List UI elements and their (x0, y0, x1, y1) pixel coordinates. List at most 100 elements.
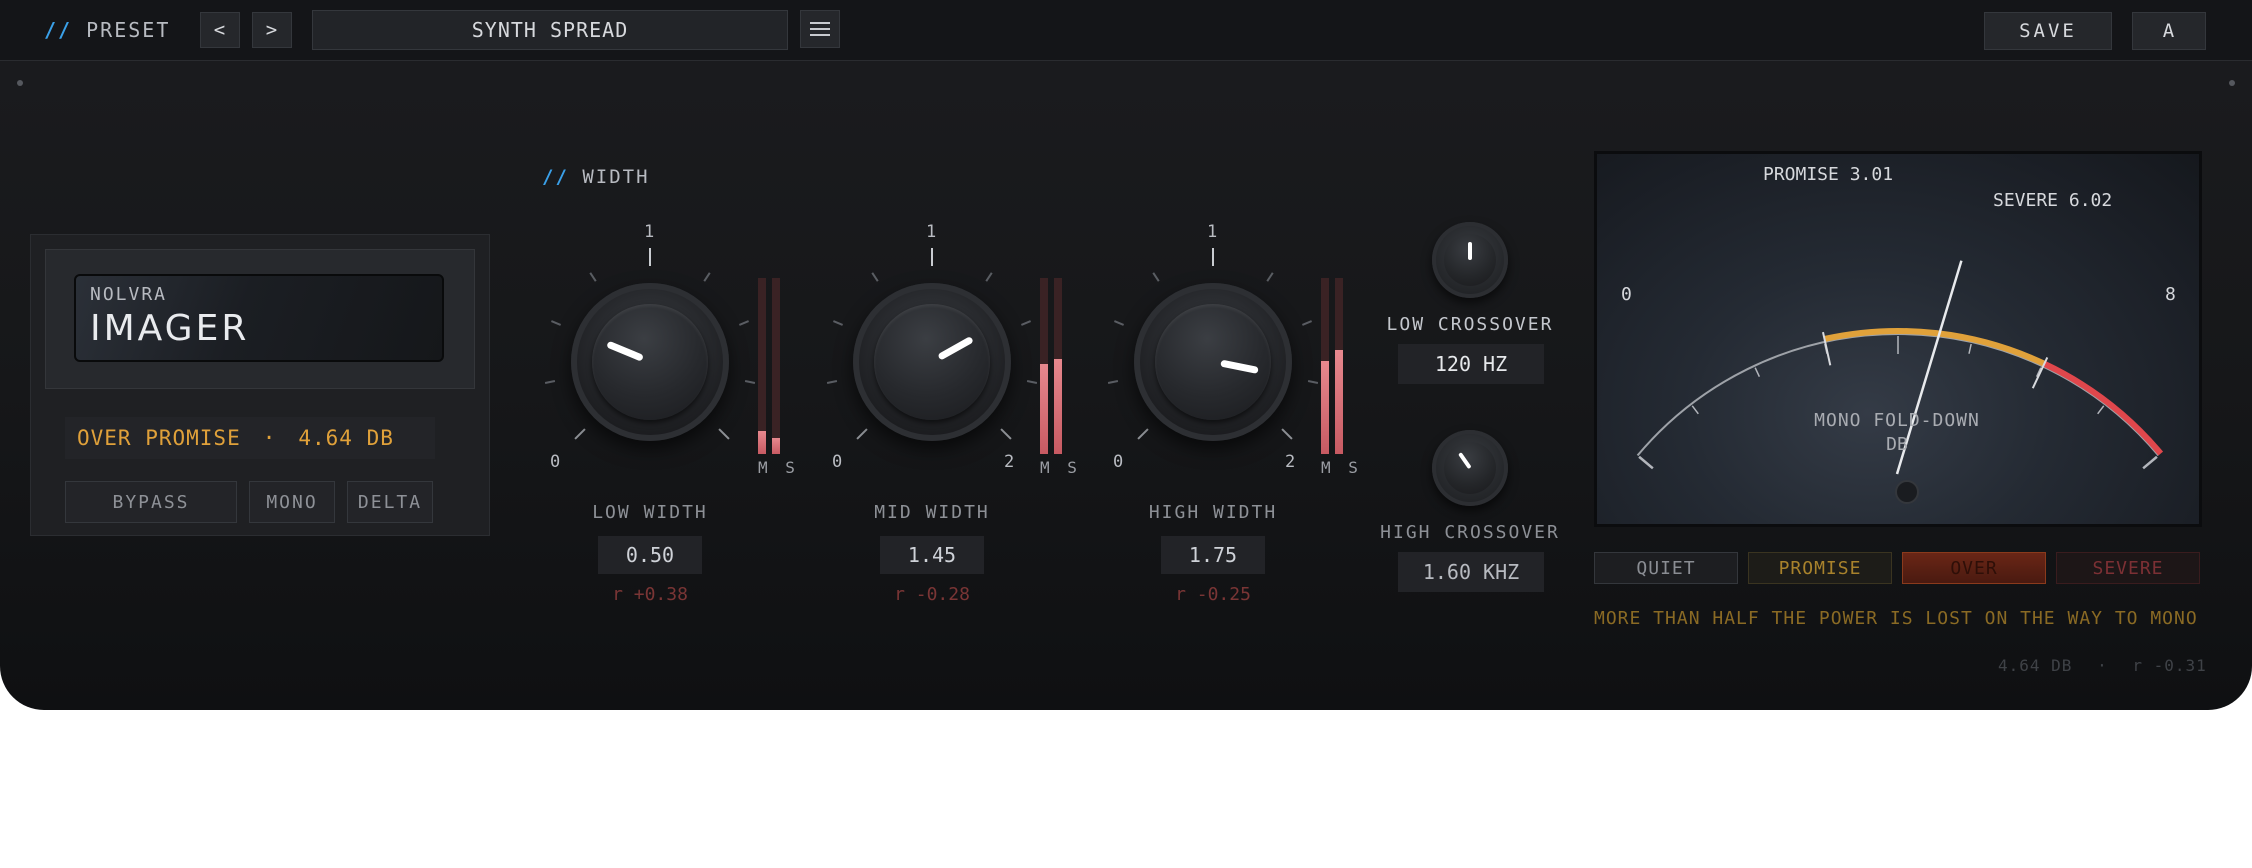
mid-meter-fill (758, 431, 766, 454)
width-knob[interactable] (853, 283, 1011, 441)
footer-readout: 4.64 DB · r -0.31 (1998, 656, 2207, 675)
meter-min-label: 0 (1621, 284, 1632, 305)
meter-tick (1754, 367, 1761, 378)
scale-label-max: 2 (1285, 452, 1296, 472)
ms-meter (1040, 278, 1062, 454)
knob-cap (1155, 304, 1271, 420)
next-preset-button[interactable]: > (252, 12, 292, 48)
width-knob[interactable] (1134, 283, 1292, 441)
preset-name-field[interactable]: SYNTH SPREAD (312, 10, 788, 50)
scale-tick-center (1212, 248, 1214, 266)
scale-tick (739, 320, 750, 326)
brand-display: NOLVRA IMAGER (74, 274, 444, 362)
mid-meter-fill (1040, 364, 1048, 454)
scale-label-min: 0 (1113, 452, 1124, 472)
status-message: MORE THAN HALF THE POWER IS LOST ON THE … (1594, 608, 2198, 629)
width-knob-value[interactable]: 0.50 (598, 536, 702, 574)
prev-preset-button[interactable]: < (200, 12, 240, 48)
product-name: IMAGER (90, 308, 250, 349)
scale-tick (1302, 320, 1313, 326)
side-meter-fill (1054, 358, 1062, 454)
zone-over: OVER (1902, 552, 2046, 584)
low-crossover-knob[interactable] (1432, 222, 1508, 298)
footer-db: 4.64 DB (1998, 656, 2073, 675)
scale-tick (589, 272, 597, 282)
status-zone: OVER PROMISE (77, 426, 241, 450)
meter-tick (1968, 343, 1972, 354)
scale-tick (985, 272, 993, 282)
preset-menu-button[interactable] (800, 10, 840, 48)
scale-tick-center (649, 248, 651, 266)
high-crossover-label: HIGH CROSSOVER (1380, 522, 1560, 543)
hamburger-icon (810, 22, 830, 36)
delta-button[interactable]: DELTA (347, 481, 433, 523)
scale-tick (1152, 272, 1160, 282)
knob-cap (1444, 442, 1496, 494)
brand-panel: NOLVRA IMAGER OVER PROMISE · 4.64 DB BYP… (30, 234, 490, 536)
slash-icon: // (542, 166, 569, 188)
high-crossover-value[interactable]: 1.60 KHZ (1398, 552, 1544, 592)
ms-meter (1321, 278, 1343, 454)
width-knob-value[interactable]: 1.45 (880, 536, 984, 574)
bypass-button[interactable]: BYPASS (65, 481, 237, 523)
scale-tick (856, 428, 868, 440)
scale-tick (1113, 320, 1124, 326)
side-meter-track (772, 278, 780, 454)
scale-tick (574, 428, 586, 440)
mid-meter-track (758, 278, 766, 454)
ms-meter (758, 278, 780, 454)
mono-folddown-meter: PROMISE 3.01 SEVERE 6.02 0 8 MONO FOLD-D… (1594, 151, 2202, 527)
scale-tick (1021, 320, 1032, 326)
scale-label-min: 0 (550, 452, 561, 472)
save-button[interactable]: SAVE (1984, 12, 2112, 50)
scale-tick (1000, 428, 1012, 440)
width-knob-name: LOW WIDTH (592, 502, 708, 523)
scale-label-mid: 1 (926, 222, 937, 242)
zone-severe: SEVERE (2056, 552, 2200, 584)
plugin-window: // PRESET < > SYNTH SPREAD SAVE A NOLVRA… (0, 0, 2252, 710)
mono-button[interactable]: MONO (249, 481, 335, 523)
low-crossover-value[interactable]: 120 HZ (1398, 344, 1544, 384)
width-section-title: // WIDTH (542, 166, 650, 188)
screw-icon (17, 80, 23, 86)
width-knob-value[interactable]: 1.75 (1161, 536, 1265, 574)
width-knob-correlation: r +0.38 (612, 584, 688, 605)
promise-marker-label: PROMISE 3.01 (1763, 164, 1894, 185)
width-knob[interactable] (571, 283, 729, 441)
meter-unit: DB (1886, 434, 1908, 455)
scale-label-mid: 1 (1207, 222, 1218, 242)
status-readout: OVER PROMISE · 4.64 DB (65, 417, 435, 459)
ms-meter-label: M S (1040, 458, 1081, 477)
needle-hub (1895, 480, 1919, 504)
meter-tick (1638, 455, 1654, 470)
zone-quiet: QUIET (1594, 552, 1738, 584)
high-crossover-knob[interactable] (1432, 430, 1508, 506)
ms-meter-label: M S (1321, 458, 1362, 477)
scale-tick (550, 320, 561, 326)
width-knob-correlation: r -0.28 (894, 584, 970, 605)
scale-tick (718, 428, 730, 440)
scale-tick (1281, 428, 1293, 440)
width-title: WIDTH (582, 166, 650, 188)
knob-cap (592, 304, 708, 420)
scale-tick (703, 272, 711, 282)
scale-tick (871, 272, 879, 282)
slash-icon: // (44, 18, 73, 42)
brand-badge: NOLVRA IMAGER (45, 249, 475, 389)
scale-tick (1307, 379, 1319, 384)
scale-tick (1137, 428, 1149, 440)
low-crossover-label: LOW CROSSOVER (1386, 314, 1554, 335)
scale-label-min: 0 (832, 452, 843, 472)
top-bar: // PRESET < > SYNTH SPREAD SAVE A (0, 0, 2252, 61)
scale-tick (744, 379, 756, 384)
scale-tick-center (931, 248, 933, 266)
knob-cap (874, 304, 990, 420)
scale-tick (1107, 379, 1119, 384)
ab-compare-button[interactable]: A (2132, 12, 2206, 50)
scale-tick (544, 379, 556, 384)
scale-tick (1266, 272, 1274, 282)
side-meter-fill (1335, 350, 1343, 454)
footer-separator: · (2097, 656, 2108, 675)
preset-heading: // PRESET (44, 18, 170, 42)
screw-icon (2229, 80, 2235, 86)
